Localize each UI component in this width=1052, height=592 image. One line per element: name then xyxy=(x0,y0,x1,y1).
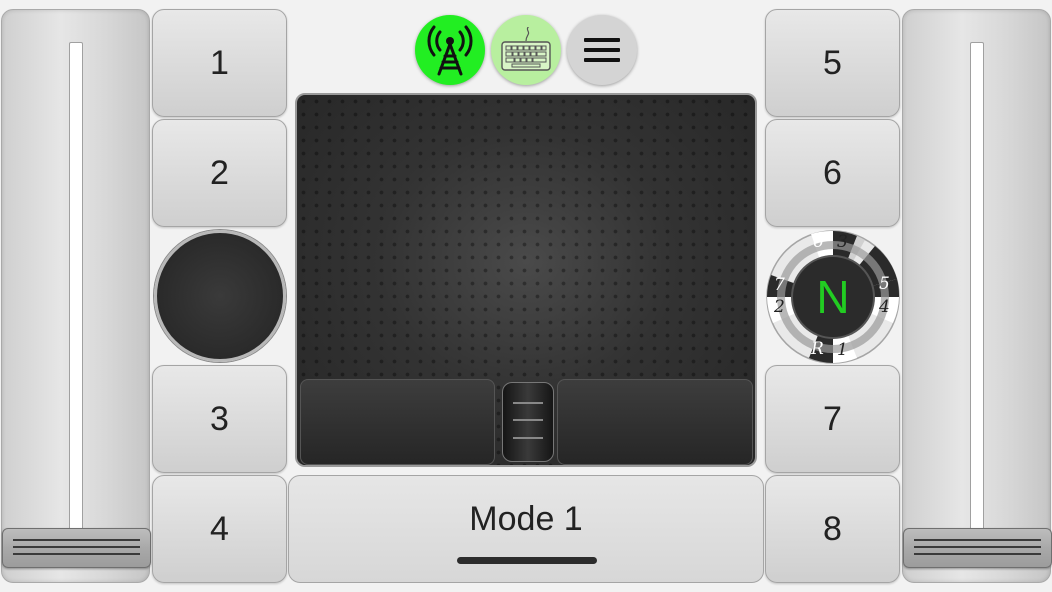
gear-label-5: 5 xyxy=(879,274,890,294)
left-mouse-button[interactable] xyxy=(300,379,495,465)
right-slider-handle[interactable] xyxy=(903,528,1052,568)
button-1[interactable]: 1 xyxy=(152,9,287,117)
button-6[interactable]: 6 xyxy=(765,119,900,227)
gear-label-r: R xyxy=(811,339,824,359)
gear-label-6: 6 xyxy=(813,232,824,252)
gear-label-1: 1 xyxy=(837,340,848,360)
menu-icon xyxy=(584,38,620,62)
mode-button[interactable]: Mode 1 xyxy=(288,475,764,583)
button-4[interactable]: 4 xyxy=(152,475,287,583)
right-slider-track xyxy=(970,42,984,542)
mode-label: Mode 1 xyxy=(469,500,583,538)
left-slider-handle[interactable] xyxy=(2,528,151,568)
gear-selector[interactable]: N 6 3 5 4 1 R 2 7 xyxy=(765,229,901,365)
keyboard-button[interactable] xyxy=(491,15,561,85)
gear-label-3: 3 xyxy=(837,232,848,252)
button-5[interactable]: 5 xyxy=(765,9,900,117)
gear-label-7: 7 xyxy=(774,275,785,295)
right-slider[interactable] xyxy=(902,9,1052,583)
left-joystick[interactable] xyxy=(154,230,286,362)
connection-button[interactable] xyxy=(415,15,485,85)
right-mouse-button[interactable] xyxy=(557,379,753,465)
mode-indicator-bar xyxy=(457,557,597,564)
left-slider-track xyxy=(69,42,83,542)
button-7[interactable]: 7 xyxy=(765,365,900,473)
left-slider[interactable] xyxy=(1,9,151,583)
gear-label-2: 2 xyxy=(774,297,785,317)
menu-button[interactable] xyxy=(567,15,637,85)
scroll-wheel[interactable] xyxy=(502,382,554,462)
button-3[interactable]: 3 xyxy=(152,365,287,473)
button-2[interactable]: 2 xyxy=(152,119,287,227)
touchpad[interactable] xyxy=(295,93,757,467)
button-8[interactable]: 8 xyxy=(765,475,900,583)
keyboard-icon xyxy=(501,27,551,71)
antenna-icon xyxy=(427,25,473,76)
gear-label-4: 4 xyxy=(879,297,890,317)
